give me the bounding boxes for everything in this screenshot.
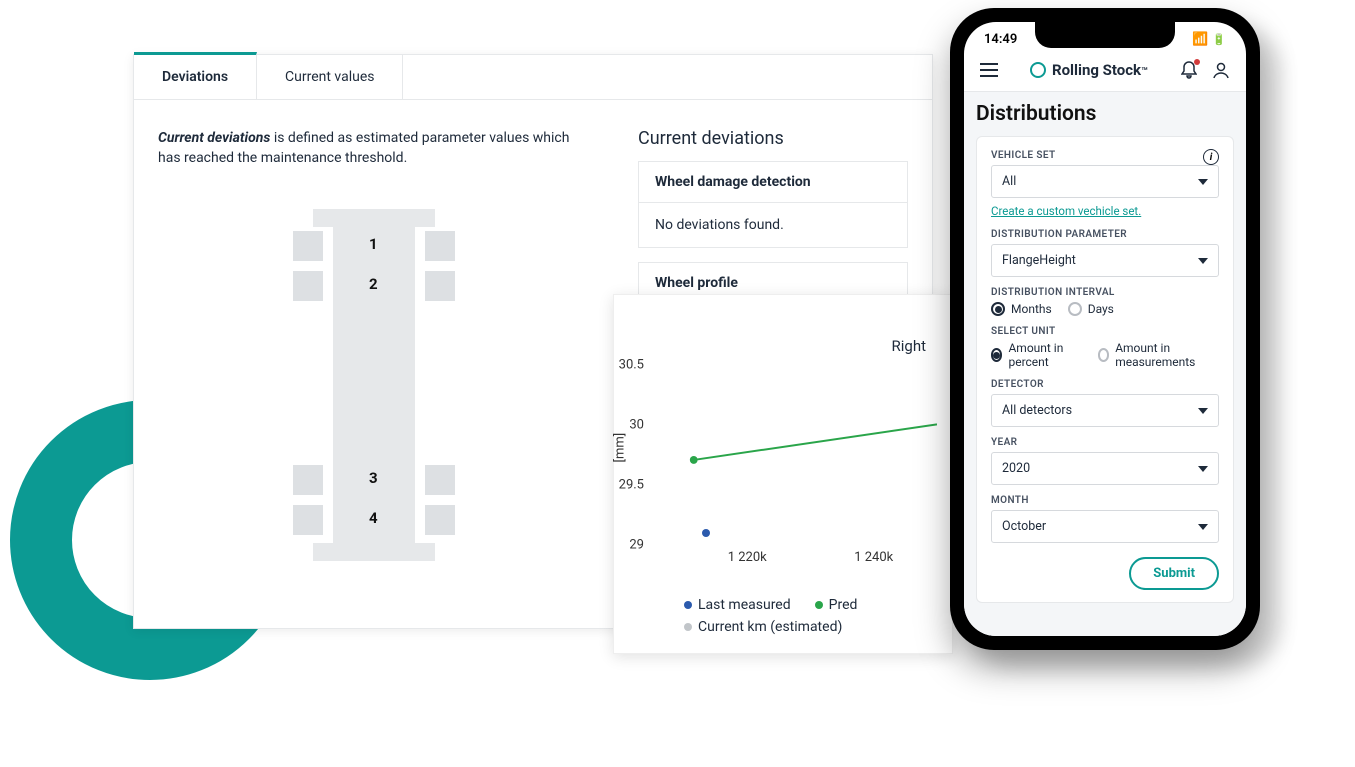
measured-point bbox=[702, 529, 710, 537]
info-icon[interactable]: i bbox=[1203, 149, 1219, 165]
hamburger-icon[interactable] bbox=[978, 59, 1000, 81]
axle-label-4: 4 bbox=[369, 509, 378, 527]
wheel-3-right bbox=[425, 465, 455, 495]
chevron-down-icon bbox=[1198, 179, 1208, 185]
submit-button[interactable]: Submit bbox=[1129, 557, 1219, 590]
tabs: Deviations Current values bbox=[134, 55, 932, 100]
month-select[interactable]: October bbox=[991, 510, 1219, 543]
wheel-1-left bbox=[293, 231, 323, 261]
detector-label: DETECTOR bbox=[991, 379, 1219, 390]
x-ticks: 1 220k 1 240k bbox=[684, 550, 937, 565]
phone-mockup: 14:49 📶 🔋 Rolling Stock™ bbox=[950, 8, 1260, 650]
notification-dot bbox=[1194, 59, 1200, 65]
chevron-down-icon bbox=[1198, 258, 1208, 264]
unit-label: SELECT UNIT bbox=[991, 326, 1219, 337]
radio-months[interactable]: Months bbox=[991, 302, 1052, 316]
radio-percent[interactable]: Amount in percent bbox=[991, 341, 1082, 369]
card-head: Wheel damage detection bbox=[639, 162, 907, 203]
bell-icon[interactable] bbox=[1178, 59, 1200, 81]
create-vehicle-set-link[interactable]: Create a custom vechicle set. bbox=[991, 204, 1141, 218]
year-select[interactable]: 2020 bbox=[991, 452, 1219, 485]
brand-logo: Rolling Stock™ bbox=[1030, 61, 1148, 79]
app-bar: Rolling Stock™ bbox=[964, 51, 1246, 92]
distributions-form: VEHICLE SET i All Create a custom vechic… bbox=[976, 136, 1234, 603]
battery-icon: 🔋 bbox=[1212, 33, 1226, 46]
year-label: YEAR bbox=[991, 437, 1219, 448]
chart-title: Right bbox=[892, 337, 926, 355]
dist-interval-label: DISTRIBUTION INTERVAL bbox=[991, 287, 1219, 298]
card-wheel-damage: Wheel damage detection No deviations fou… bbox=[638, 161, 908, 248]
vehicle-set-select[interactable]: All bbox=[991, 165, 1219, 198]
dist-param-select[interactable]: FlangeHeight bbox=[991, 244, 1219, 277]
description-text: Current deviations is defined as estimat… bbox=[158, 128, 588, 169]
signal-icon: 📶 bbox=[1192, 32, 1208, 47]
detector-select[interactable]: All detectors bbox=[991, 394, 1219, 427]
user-icon[interactable] bbox=[1210, 59, 1232, 81]
month-label: MONTH bbox=[991, 495, 1219, 506]
wheel-4-left bbox=[293, 505, 323, 535]
vehicle-set-label: VEHICLE SET bbox=[991, 150, 1056, 161]
chevron-down-icon bbox=[1198, 466, 1208, 472]
axle-label-1: 1 bbox=[369, 235, 378, 253]
wheel-2-left bbox=[293, 271, 323, 301]
y-axis-label: [mm] bbox=[613, 433, 628, 463]
wheel-2-right bbox=[425, 271, 455, 301]
radio-days[interactable]: Days bbox=[1068, 302, 1114, 316]
dist-param-label: DISTRIBUTION PARAMETER bbox=[991, 229, 1219, 240]
radio-measurements[interactable]: Amount in measurements bbox=[1098, 341, 1219, 369]
chart-legend: Last measured Pred Current km (estimated… bbox=[684, 597, 942, 635]
chevron-down-icon bbox=[1198, 524, 1208, 530]
card-body: No deviations found. bbox=[639, 203, 907, 247]
section-title: Current deviations bbox=[638, 128, 908, 149]
predicted-line bbox=[694, 424, 937, 460]
plot-area bbox=[684, 365, 937, 543]
wheel-3-left bbox=[293, 465, 323, 495]
vehicle-diagram: 1 2 3 4 bbox=[283, 209, 463, 559]
chevron-down-icon bbox=[1198, 408, 1208, 414]
axle-label-3: 3 bbox=[369, 469, 378, 487]
wheel-1-right bbox=[425, 231, 455, 261]
chart-panel: Right [mm] 30.5 30 29.5 29 1 220k 1 240k… bbox=[613, 294, 953, 654]
tab-deviations[interactable]: Deviations bbox=[134, 52, 257, 99]
page-title: Distributions bbox=[976, 102, 1234, 126]
logo-icon bbox=[1030, 62, 1046, 78]
tab-current-values[interactable]: Current values bbox=[257, 55, 403, 99]
axle-label-2: 2 bbox=[369, 275, 378, 293]
wheel-4-right bbox=[425, 505, 455, 535]
